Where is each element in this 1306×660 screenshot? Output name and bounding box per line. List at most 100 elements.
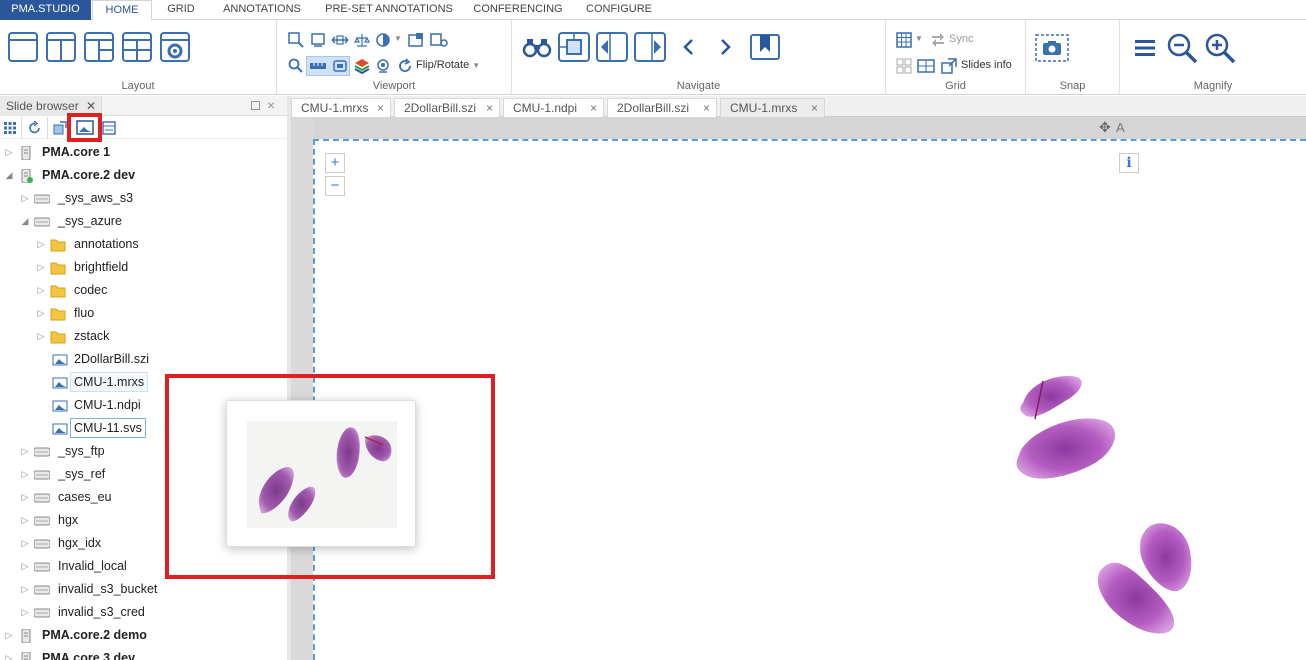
expand-icon[interactable]: ▷ <box>20 601 30 623</box>
slides-info-icon[interactable] <box>941 58 957 74</box>
rotate-view-icon[interactable] <box>310 32 326 48</box>
contrast-icon[interactable] <box>375 32 391 48</box>
next-slide-icon[interactable] <box>634 32 666 62</box>
expand-icon[interactable]: ▷ <box>20 486 30 508</box>
move-icon[interactable]: ✥ <box>1099 119 1111 136</box>
arrow-right-icon[interactable] <box>720 38 732 56</box>
tab-annotations[interactable]: ANNOTATIONS <box>214 0 310 20</box>
app-menu-button[interactable]: PMA.STUDIO <box>0 0 91 20</box>
zoom-out-icon[interactable] <box>1166 32 1200 66</box>
collapse-icon[interactable]: ◢ <box>20 210 30 232</box>
grid-sync-pan-icon[interactable] <box>896 58 912 74</box>
close-tab-icon[interactable]: × <box>590 99 597 117</box>
expand-icon[interactable]: ▷ <box>36 279 46 301</box>
flip-rotate-icon[interactable] <box>397 58 413 74</box>
open-folder-icon[interactable] <box>53 121 67 135</box>
grid-view-icon[interactable] <box>4 122 16 134</box>
expand-icon[interactable]: ▷ <box>36 233 46 255</box>
tree-node[interactable]: ▷ invalid_s3_bucket <box>0 578 287 600</box>
slide-browser-tab[interactable]: Slide browser ✕ <box>0 96 102 116</box>
close-icon[interactable]: ✕ <box>86 96 96 116</box>
expand-icon[interactable]: ▷ <box>36 325 46 347</box>
close-tab-icon[interactable]: × <box>377 99 384 117</box>
expand-icon[interactable]: ▷ <box>20 532 30 554</box>
document-tab[interactable]: CMU-1.ndpi × <box>503 98 604 117</box>
hamburger-menu-icon[interactable] <box>1134 38 1156 58</box>
scale-bar-icon[interactable] <box>309 60 327 72</box>
close-tab-icon[interactable]: × <box>486 99 493 117</box>
layers-icon[interactable] <box>354 58 370 74</box>
camera-snapshot-icon[interactable] <box>1035 34 1069 62</box>
slide-label-icon[interactable] <box>102 121 116 135</box>
tree-node[interactable]: ▷ codec <box>0 279 287 301</box>
flip-rotate-button[interactable]: Flip/Rotate ▼ <box>416 59 480 71</box>
magnifier-tool-icon[interactable] <box>288 58 304 74</box>
scale-icon[interactable] <box>354 32 370 48</box>
document-tab[interactable]: CMU-1.mrxs × <box>291 98 391 117</box>
tab-configure[interactable]: CONFIGURE <box>578 0 660 20</box>
expand-icon[interactable]: ▷ <box>36 302 46 324</box>
overview-icon[interactable] <box>408 32 424 48</box>
expand-icon[interactable]: ▷ <box>20 463 30 485</box>
tab-preset-annotations[interactable]: PRE-SET ANNOTATIONS <box>320 0 458 20</box>
layout-settings-icon[interactable] <box>160 32 192 62</box>
close-tab-icon[interactable]: × <box>703 99 710 117</box>
maximize-icon[interactable]: ☐ <box>250 99 261 113</box>
tree-node[interactable]: ▷ PMA.core 1 <box>0 141 287 163</box>
tree-node[interactable]: ▷ Invalid_local <box>0 555 287 577</box>
zoom-region-icon[interactable] <box>288 32 304 48</box>
slides-info-button[interactable]: Slides info <box>961 59 1012 71</box>
tree-node[interactable]: ▷ PMA.core.2 demo <box>0 624 287 646</box>
expand-icon[interactable]: ▷ <box>36 256 46 278</box>
layout-quad-icon[interactable] <box>122 32 152 62</box>
expand-icon[interactable]: ▷ <box>20 509 30 531</box>
tree-node[interactable]: ◢ _sys_azure <box>0 210 287 232</box>
document-tab[interactable]: 2DollarBill.szi × <box>394 98 500 117</box>
fit-width-icon[interactable] <box>331 32 349 48</box>
bookmark-icon[interactable] <box>750 34 780 60</box>
contrast-dropdown-icon[interactable]: ▼ <box>394 34 402 43</box>
barcode-view-icon[interactable] <box>430 32 448 48</box>
tree-node[interactable]: ▷ invalid_s3_cred <box>0 601 287 623</box>
tree-node[interactable]: CMU-1.mrxs <box>0 371 287 393</box>
collapse-icon[interactable]: ◢ <box>4 164 14 186</box>
layout-two-columns-icon[interactable] <box>46 32 76 62</box>
slide-canvas[interactable]: + − i <box>313 139 1306 660</box>
sync-button[interactable]: Sync <box>949 33 973 45</box>
tree-node[interactable]: ▷ annotations <box>0 233 287 255</box>
tree-node[interactable]: ◢ PMA.core.2 dev <box>0 164 287 186</box>
tree-node[interactable]: ▷ brightfield <box>0 256 287 278</box>
filmstrip-icon[interactable] <box>332 58 348 74</box>
zoom-out-button[interactable]: − <box>325 176 345 196</box>
layout-split-icon[interactable] <box>84 32 114 62</box>
webcam-icon[interactable] <box>375 58 391 74</box>
zoom-in-icon[interactable] <box>1204 32 1238 66</box>
tab-conferencing[interactable]: CONFERENCING <box>468 0 568 20</box>
expand-icon[interactable]: ▷ <box>4 647 14 660</box>
layout-single-icon[interactable] <box>8 32 38 62</box>
expand-icon[interactable]: ▷ <box>4 624 14 646</box>
tree-node[interactable]: ▷ PMA.core 3 dev <box>0 647 287 660</box>
grid-dropdown-icon[interactable]: ▼ <box>915 34 923 43</box>
previous-slide-icon[interactable] <box>596 32 628 62</box>
expand-icon[interactable]: ▷ <box>20 578 30 600</box>
tree-node[interactable]: 2DollarBill.szi <box>0 348 287 370</box>
tab-home[interactable]: HOME <box>92 0 152 20</box>
tree-node[interactable]: ▷ zstack <box>0 325 287 347</box>
refresh-icon[interactable] <box>28 121 41 134</box>
expand-icon[interactable]: ▷ <box>20 440 30 462</box>
slide-viewer[interactable]: ✥ A + − i <box>291 117 1306 660</box>
slide-navigator-icon[interactable] <box>558 32 590 62</box>
expand-icon[interactable]: ▷ <box>20 555 30 577</box>
tree-node[interactable]: ▷ _sys_aws_s3 <box>0 187 287 209</box>
grid-layout-icon[interactable] <box>896 32 912 48</box>
grid-thumbnails-icon[interactable] <box>917 58 935 74</box>
binoculars-icon[interactable] <box>522 36 552 58</box>
thumbnail-preview-icon[interactable] <box>76 120 94 135</box>
expand-icon[interactable]: ▷ <box>20 187 30 209</box>
tree-node[interactable]: ▷ fluo <box>0 302 287 324</box>
panel-close-icon[interactable]: × <box>267 97 275 113</box>
tab-grid[interactable]: GRID <box>158 0 204 20</box>
document-tab[interactable]: CMU-1.mrxs × <box>720 98 825 117</box>
arrow-left-icon[interactable] <box>682 38 694 56</box>
